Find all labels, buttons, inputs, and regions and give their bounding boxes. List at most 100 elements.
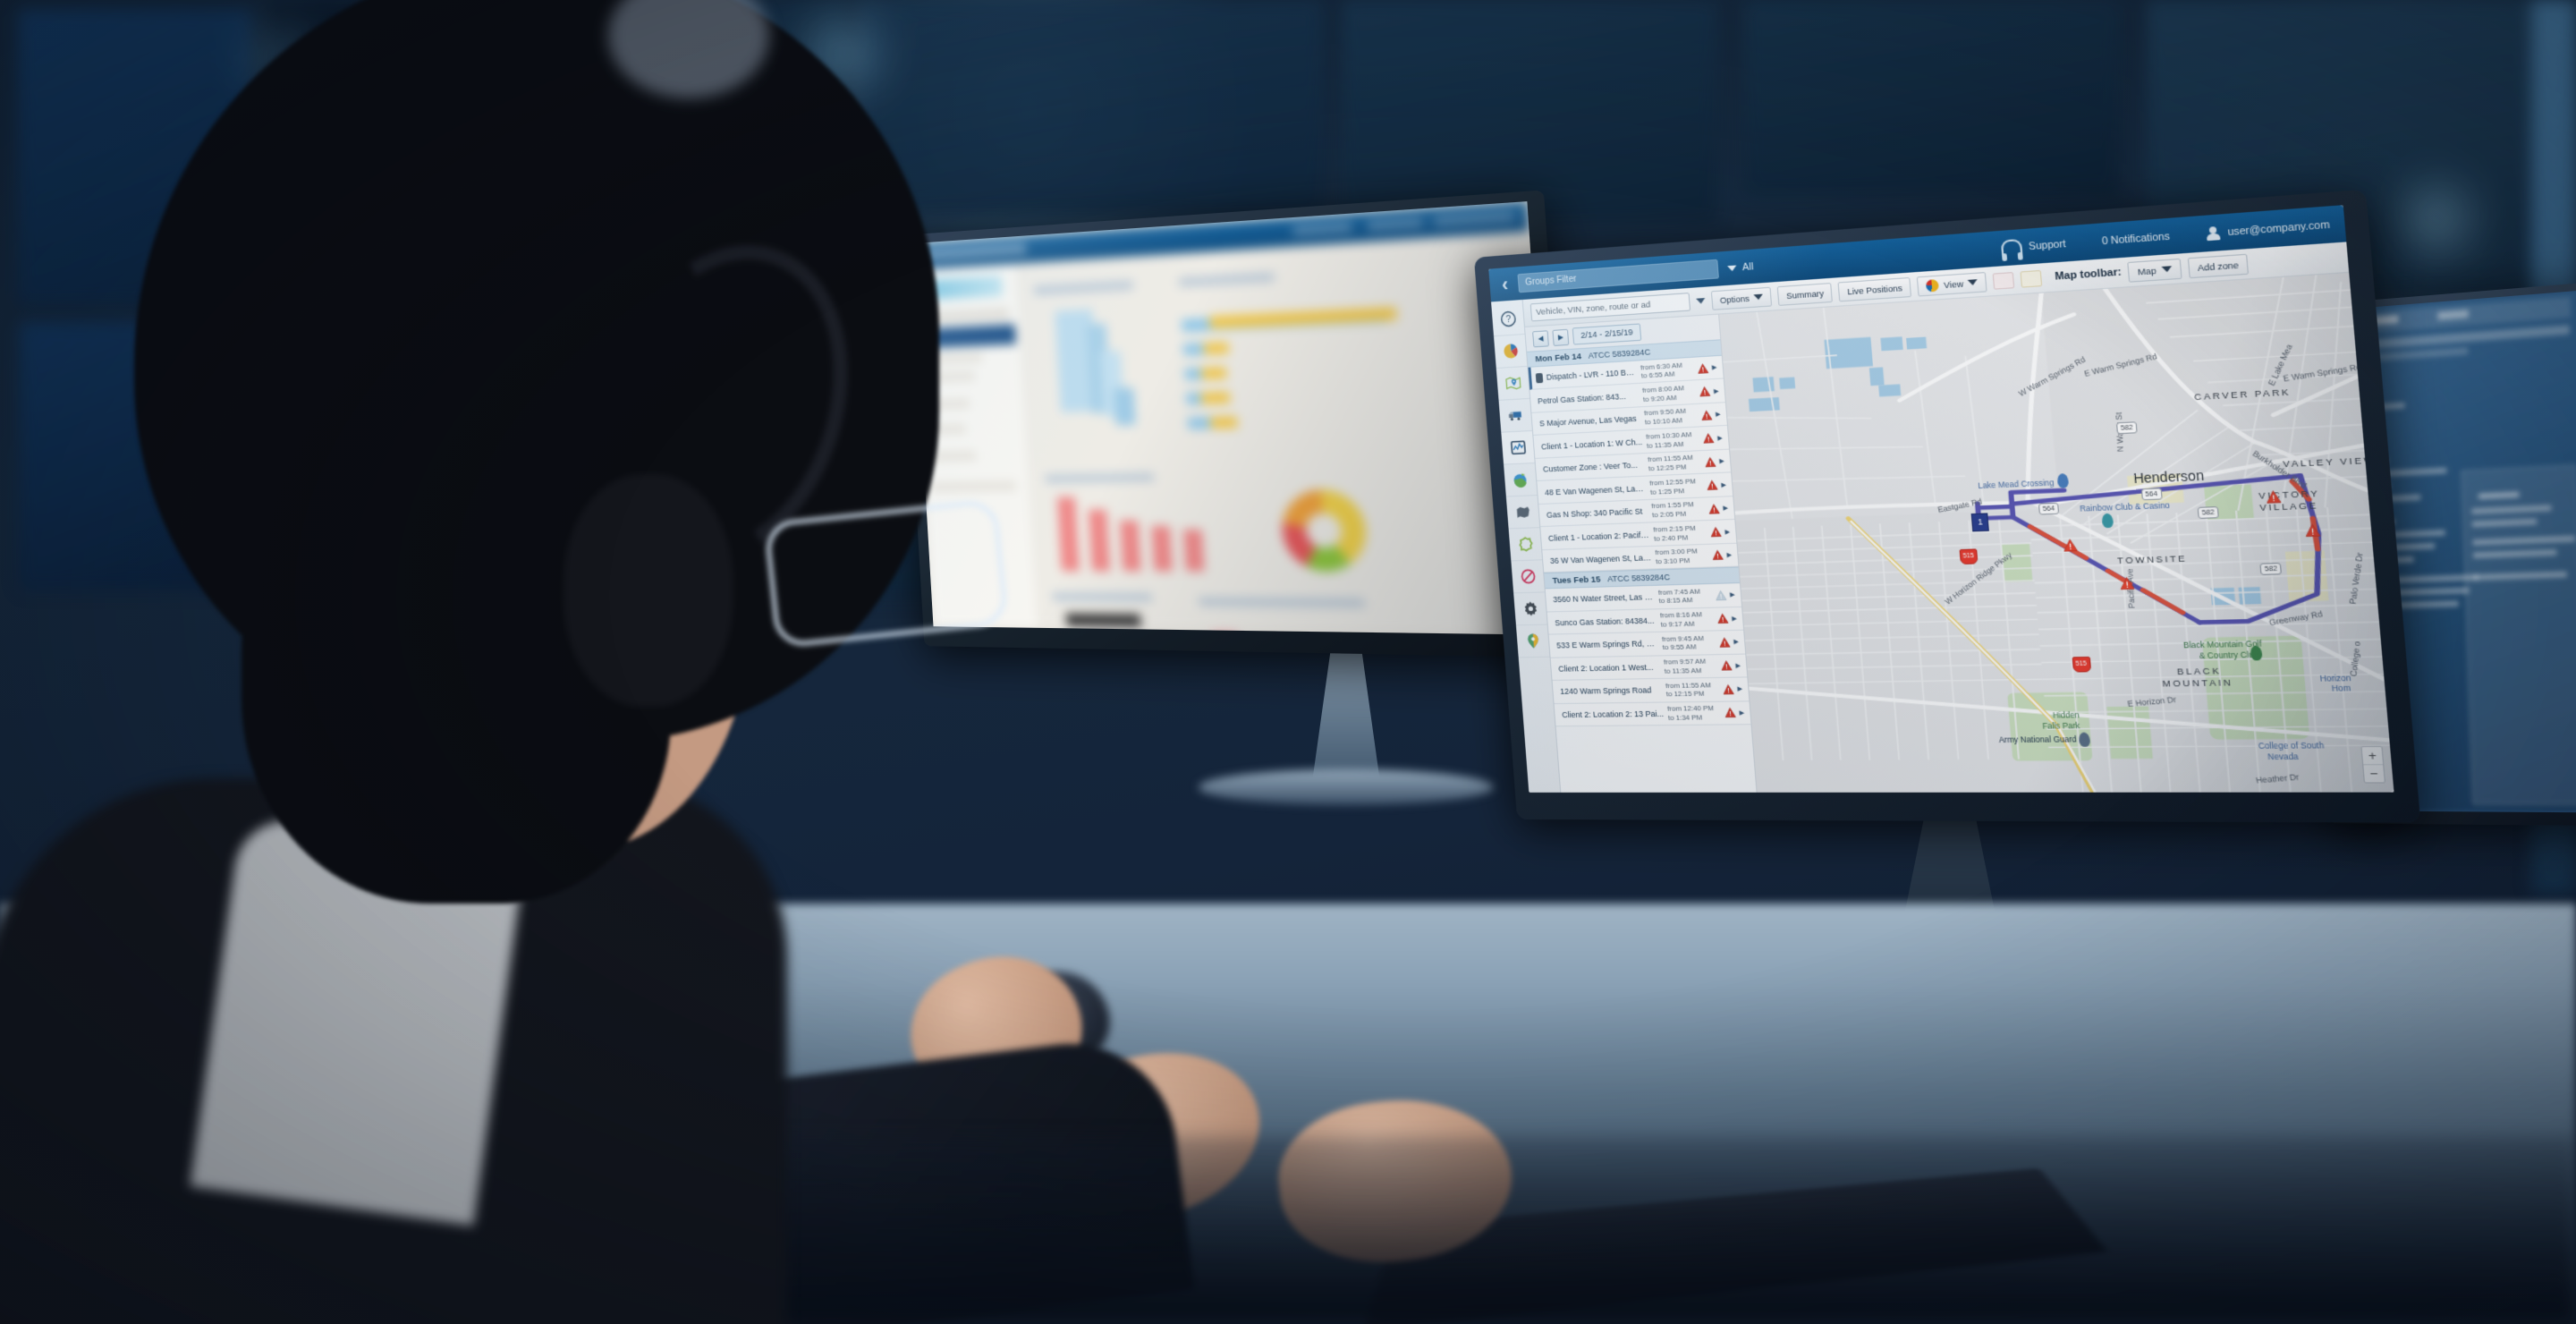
map-toolbar-label: Map toolbar: xyxy=(2054,266,2123,283)
report-icon-button[interactable] xyxy=(1993,271,2015,290)
chevron-down-icon xyxy=(2161,266,2173,273)
notifications-label: 0 Notifications xyxy=(2101,230,2171,247)
user-avatar-icon xyxy=(2207,225,2221,240)
next-date-button[interactable]: ▶ xyxy=(1552,328,1570,346)
map-alert-triangle-icon[interactable] xyxy=(2304,523,2321,537)
stop-name: Dispatch - LVR - 110 Burk... xyxy=(1546,367,1639,382)
map-interstate-shield: 515 xyxy=(1959,548,1979,565)
stop-name: Sunco Gas Station: 84384... xyxy=(1554,615,1655,628)
control-room-scene: ‹ Groups Filter All Support 0 Notificati… xyxy=(0,0,2576,1324)
chevron-right-icon[interactable]: ▶ xyxy=(1721,480,1726,488)
dashboard-pie-icon[interactable] xyxy=(1494,334,1528,369)
trip-stop-row[interactable]: 533 E Warm Springs Rd, Las.. from 9:45 AM… xyxy=(1548,630,1746,658)
map-type-select[interactable]: Map xyxy=(2127,258,2182,283)
main-monitor-screen[interactable]: ‹ Groups Filter All Support 0 Notificati… xyxy=(1488,205,2394,793)
map-poi-label: Hidden xyxy=(2052,710,2080,721)
map-route-shield: 564 xyxy=(2038,502,2060,515)
trip-stop-row[interactable]: Client 2: Location 2: 13 Pai... from 12:4… xyxy=(1554,700,1751,727)
date-range-field[interactable]: 2/14 - 2/15/19 xyxy=(1572,323,1642,345)
chevron-right-icon[interactable]: ▶ xyxy=(1712,364,1717,372)
scope-select[interactable]: All xyxy=(1727,261,1754,274)
grid-icon-button[interactable] xyxy=(2020,269,2043,288)
map-neighborhood-label: MOUNTAIN xyxy=(2162,677,2233,691)
map-canvas[interactable]: Henderson CARVER PARK VALLEY VIEW VICTORY VI… xyxy=(1719,272,2394,793)
chevron-right-icon[interactable]: ▶ xyxy=(1719,457,1724,464)
chevron-right-icon[interactable]: ▶ xyxy=(1716,411,1721,418)
stop-name: S Major Avenue, Las Vegas xyxy=(1538,413,1637,429)
stop-name: 1240 Warm Springs Road xyxy=(1559,685,1652,697)
stop-time: from 9:45 AM to 9:55 AM xyxy=(1661,633,1705,652)
map-neighborhood-label: BLACK xyxy=(2176,666,2222,678)
stop-time: from 8:00 AM to 9:20 AM xyxy=(1641,384,1685,403)
trip-stop-row[interactable]: Client 2: Location 1 West... from 9:57 AM… xyxy=(1550,654,1748,682)
map-poi-label: Falls Park xyxy=(2041,720,2080,731)
map-route-shield: 582 xyxy=(2116,421,2138,435)
chevron-right-icon[interactable]: ▶ xyxy=(1735,662,1741,669)
options-button[interactable]: Options xyxy=(1710,286,1773,310)
map-route-shield: 564 xyxy=(2140,488,2163,501)
chevron-right-icon[interactable]: ▶ xyxy=(1717,434,1723,441)
truck-icon[interactable] xyxy=(1498,398,1532,433)
chevron-down-icon xyxy=(1753,293,1764,301)
stop-name: Gas N Shop: 340 Pacific St xyxy=(1546,506,1643,520)
help-icon[interactable]: ? xyxy=(1491,302,1525,337)
activity-chart-icon[interactable] xyxy=(1501,430,1535,465)
stop-time: from 12:55 PM to 1:25 PM xyxy=(1649,477,1697,496)
operator-person xyxy=(0,0,1010,1324)
search-dropdown-icon[interactable] xyxy=(1696,298,1706,304)
stop-name: Client 2: Location 2: 13 Pai... xyxy=(1561,709,1665,719)
chevron-right-icon[interactable]: ▶ xyxy=(1739,709,1745,716)
no-entry-icon[interactable] xyxy=(1511,560,1545,594)
trip-list[interactable]: Mon Feb 14 ATCC 5839284C Dispatch - LVR - … xyxy=(1527,339,1757,793)
chevron-right-icon[interactable]: ▶ xyxy=(1724,528,1730,535)
map-alert-triangle-icon[interactable] xyxy=(2062,539,2078,552)
map-zoom-controls[interactable]: + − xyxy=(2360,745,2386,784)
chevron-right-icon[interactable]: ▶ xyxy=(1726,551,1733,558)
notifications-button[interactable]: 0 Notifications xyxy=(2101,230,2170,247)
chevron-right-icon[interactable]: ▶ xyxy=(1723,505,1728,512)
dispatch-icon xyxy=(1535,372,1544,384)
view-button[interactable]: View xyxy=(1917,271,1988,296)
stop-name: Client 1 - Location 2: Pacific... xyxy=(1547,530,1651,543)
map-alert-triangle-icon[interactable] xyxy=(2265,490,2282,504)
live-positions-button[interactable]: Live Positions xyxy=(1837,276,1912,301)
map-stop-number-badge[interactable]: 1 xyxy=(1970,513,1990,532)
chevron-right-icon[interactable]: ▶ xyxy=(1733,639,1739,646)
stop-name: 36 W Van Wagenen St, Las... xyxy=(1549,553,1653,565)
back-chevron-icon[interactable]: ‹ xyxy=(1501,273,1509,295)
chevron-down-icon xyxy=(1727,264,1738,271)
user-menu[interactable]: user@company.com xyxy=(2207,217,2331,240)
summary-button[interactable]: Summary xyxy=(1776,282,1834,306)
prev-date-button[interactable]: ◀ xyxy=(1532,329,1549,347)
map-city-label: Henderson xyxy=(2132,467,2205,487)
map-pin-icon[interactable] xyxy=(1496,366,1530,401)
gear-outline-icon[interactable] xyxy=(1508,528,1543,562)
stop-name: Petrol Gas Station: 843... xyxy=(1537,391,1627,406)
region-icon[interactable] xyxy=(1505,496,1540,530)
chevron-right-icon[interactable]: ▶ xyxy=(1732,615,1737,622)
chevron-right-icon[interactable]: ▶ xyxy=(1714,387,1719,395)
stop-name: 533 E Warm Springs Rd, Las.. xyxy=(1555,639,1659,650)
app-body: ? Vehicle, VIN, zone, route or ad Option… xyxy=(1491,242,2394,793)
support-button[interactable]: Support xyxy=(2000,235,2067,257)
globe-icon[interactable] xyxy=(1504,463,1538,497)
trip-vehicle-label: ATCC 5839284C xyxy=(1588,346,1651,361)
headset-icon xyxy=(2000,238,2023,257)
work-area: ◀ ▶ 2/14 - 2/15/19 Mon Feb 14 ATCC 583928… xyxy=(1524,272,2394,793)
chevron-right-icon[interactable]: ▶ xyxy=(1737,685,1742,692)
map-interstate-shield: 515 xyxy=(2072,657,2091,673)
map-alert-triangle-icon[interactable] xyxy=(2119,577,2135,590)
zoom-in-button[interactable]: + xyxy=(2361,747,2384,766)
map-poi-pin-icon[interactable] xyxy=(2078,732,2090,747)
zoom-out-button[interactable]: − xyxy=(2363,765,2384,782)
multi-pin-icon[interactable] xyxy=(1515,624,1550,658)
trip-stop-row[interactable]: 1240 Warm Springs Road from 11:55 AM to 12… xyxy=(1552,677,1750,704)
trip-day-label: Mon Feb 14 xyxy=(1535,351,1582,364)
stop-time: from 9:50 AM to 10:10 AM xyxy=(1643,407,1687,427)
stop-time: from 7:45 AM to 8:15 AM xyxy=(1657,587,1701,606)
chevron-down-icon xyxy=(1968,279,1979,286)
chevron-right-icon[interactable]: ▶ xyxy=(1730,591,1735,598)
add-zone-button[interactable]: Add zone xyxy=(2187,253,2250,278)
settings-gear-icon[interactable] xyxy=(1513,592,1547,626)
map-poi-label: Nevada xyxy=(2267,751,2300,762)
